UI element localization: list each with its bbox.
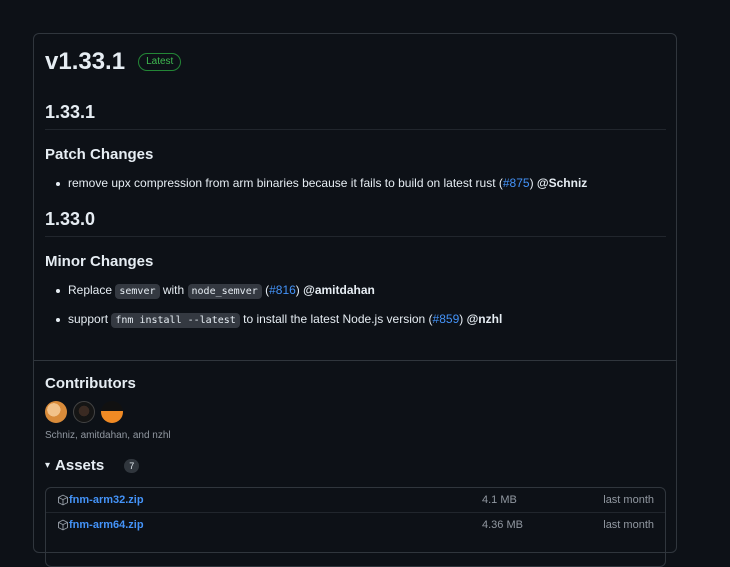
user-mention-nzhl[interactable]: @nzhl: [467, 312, 503, 326]
list-item: remove upx compression from arm binaries…: [55, 176, 588, 190]
avatar-nzhl[interactable]: [101, 401, 123, 423]
contributor-avatars: [45, 401, 123, 423]
contributors-heading: Contributors: [45, 375, 136, 392]
avatar-amitdahan[interactable]: [73, 401, 95, 423]
release-card: v1.33.1 Latest 1.33.1 Patch Changes remo…: [33, 33, 677, 567]
user-mention-amitdahan[interactable]: @amitdahan: [303, 283, 375, 297]
contributor-names: Schniz, amitdahan, and nzhl: [45, 430, 171, 441]
asset-date: last month: [603, 494, 654, 506]
pr-link-816[interactable]: #816: [269, 283, 296, 297]
package-icon: [58, 494, 68, 506]
list-item: support fnm install --latest to install …: [55, 312, 503, 328]
minor-changes-heading: Minor Changes: [45, 253, 154, 270]
user-mention-schniz[interactable]: @Schniz: [537, 176, 587, 190]
caret-down-icon: ▾: [45, 460, 51, 471]
code-fnm-install-latest: fnm install --latest: [111, 313, 240, 328]
asset-row: fnm-arm32.zip 4.1 MB last month: [46, 488, 665, 512]
asset-size: 4.1 MB: [482, 494, 517, 506]
assets-heading: Assets: [55, 457, 105, 474]
release-title[interactable]: v1.33.1: [45, 48, 125, 76]
assets-toggle[interactable]: ▾ Assets 7: [45, 457, 140, 474]
section-heading-1-33-0: 1.33.0: [45, 209, 666, 237]
patch-changes-heading: Patch Changes: [45, 146, 154, 163]
code-node-semver: node_semver: [187, 284, 262, 299]
assets-count-badge: 7: [124, 458, 140, 473]
section-heading-1-33-1: 1.33.1: [45, 102, 666, 130]
section-divider: [34, 360, 676, 361]
asset-row: fnm-arm64.zip 4.36 MB last month: [46, 512, 665, 537]
list-item: Replace semver with node_semver (#816) @…: [56, 283, 375, 299]
code-semver: semver: [115, 284, 160, 299]
assets-list: fnm-arm32.zip 4.1 MB last month fnm-arm6…: [45, 487, 666, 567]
pr-link-875[interactable]: #875: [503, 176, 530, 190]
latest-badge: Latest: [138, 53, 182, 71]
pr-link-859[interactable]: #859: [433, 312, 460, 326]
release-title-row: v1.33.1 Latest: [45, 48, 182, 76]
asset-link-fnm-arm32[interactable]: fnm-arm32.zip: [69, 494, 144, 506]
asset-date: last month: [603, 519, 654, 531]
asset-size: 4.36 MB: [482, 519, 523, 531]
avatar-schniz[interactable]: [45, 401, 67, 423]
asset-link-fnm-arm64[interactable]: fnm-arm64.zip: [69, 519, 144, 531]
package-icon: [58, 519, 68, 531]
